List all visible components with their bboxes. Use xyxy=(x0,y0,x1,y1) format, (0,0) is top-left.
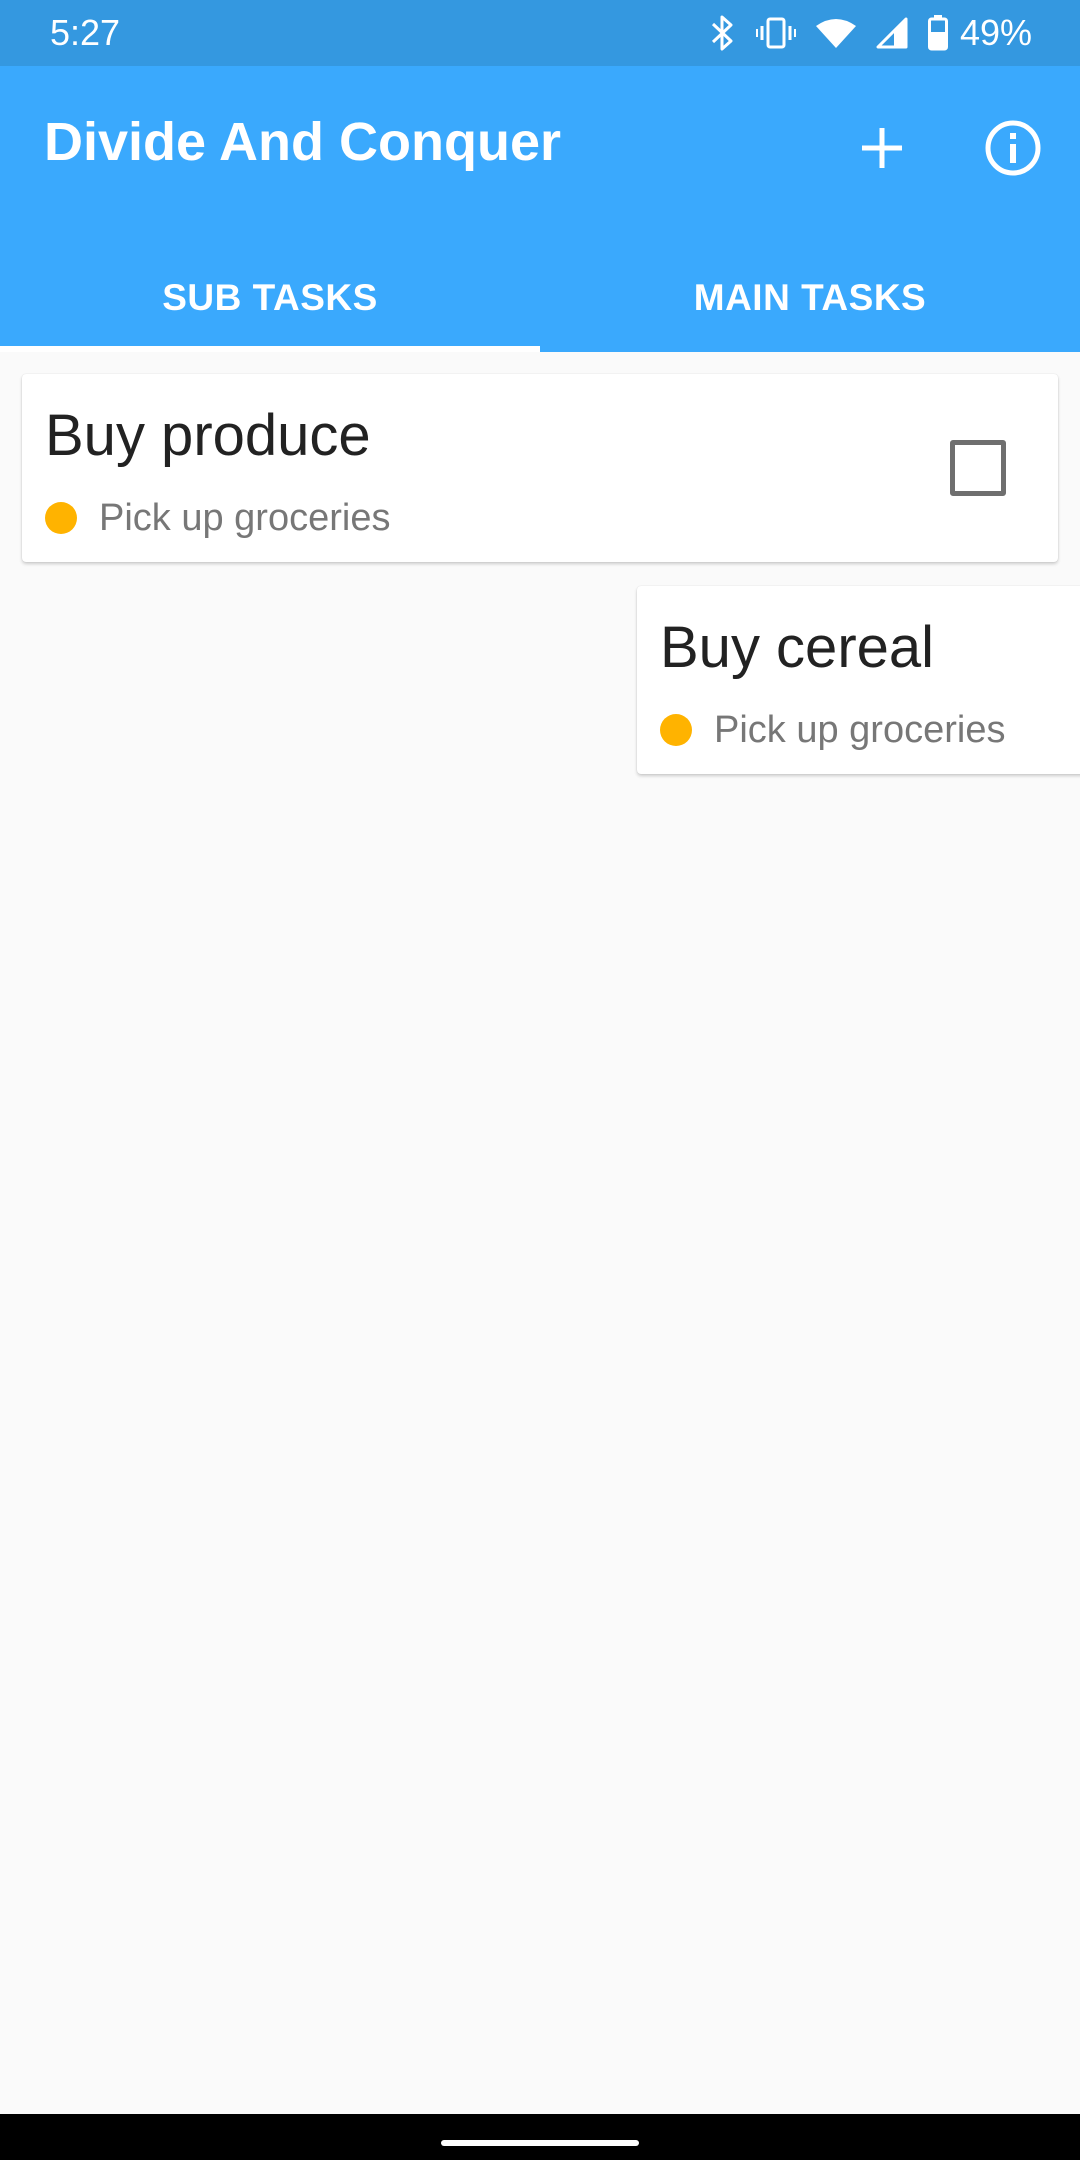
wifi-icon xyxy=(815,17,856,49)
tab-bar: SUB TASKS MAIN TASKS xyxy=(0,256,1080,352)
task-complete-checkbox[interactable] xyxy=(950,440,1006,496)
battery-icon xyxy=(927,15,948,51)
tab-selected-indicator xyxy=(0,346,540,352)
status-icons: 49% xyxy=(710,10,1032,56)
info-button[interactable] xyxy=(973,110,1053,190)
status-time: 5:27 xyxy=(50,12,121,53)
battery-percent: 49% xyxy=(959,12,1032,53)
task-title: Buy cereal xyxy=(660,615,935,680)
vibrate-icon xyxy=(755,16,796,50)
tab-main-tasks-label: MAIN TASKS xyxy=(693,277,927,318)
app-title: Divide And Conquer xyxy=(44,112,562,172)
tab-main-tasks[interactable]: MAIN TASKS xyxy=(540,256,1080,352)
main-task-color-dot xyxy=(45,502,77,534)
main-task-color-dot xyxy=(660,714,692,746)
main-task-label: Pick up groceries xyxy=(714,709,1006,751)
add-icon xyxy=(860,126,904,175)
add-task-button[interactable] xyxy=(842,110,922,190)
cell-signal-icon xyxy=(876,17,908,49)
task-title: Buy produce xyxy=(45,403,371,468)
info-icon xyxy=(984,119,1042,182)
status-bar: 5:27 49% xyxy=(0,0,1080,66)
bluetooth-icon xyxy=(710,15,736,51)
main-task-label: Pick up groceries xyxy=(99,497,391,539)
task-card[interactable]: Buy produce Pick up groceries xyxy=(22,374,1058,562)
navigation-bar xyxy=(0,2114,1080,2160)
tab-sub-tasks[interactable]: SUB TASKS xyxy=(0,256,540,352)
app-bar: Divide And Conquer SUB TASKS MAIN TASKS xyxy=(0,66,1080,352)
tab-sub-tasks-label: SUB TASKS xyxy=(162,277,378,318)
home-gesture-handle[interactable] xyxy=(441,2140,639,2146)
screen: 5:27 49% Divide And Conquer SUB TASKS MA… xyxy=(0,0,1080,2160)
task-card[interactable]: Buy cereal Pick up groceries xyxy=(637,586,1080,774)
